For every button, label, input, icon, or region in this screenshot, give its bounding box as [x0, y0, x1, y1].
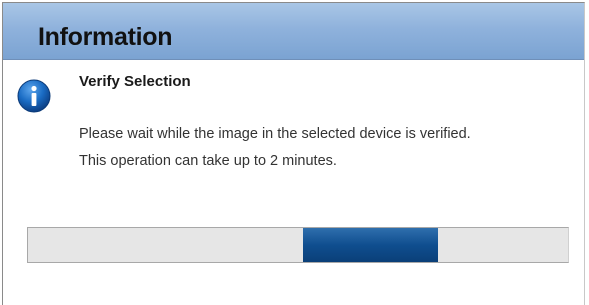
- info-icon: [17, 79, 51, 113]
- information-dialog: Information Verify Selection Please wait…: [2, 2, 585, 305]
- dialog-title: Information: [38, 23, 173, 51]
- dialog-titlebar[interactable]: Information: [3, 3, 584, 60]
- message-line-2: This operation can take up to 2 minutes.: [79, 153, 337, 169]
- progress-bar: [27, 227, 569, 263]
- message-line-1: Please wait while the image in the selec…: [79, 126, 471, 142]
- dialog-heading: Verify Selection: [79, 73, 191, 90]
- progress-indicator: [303, 228, 438, 262]
